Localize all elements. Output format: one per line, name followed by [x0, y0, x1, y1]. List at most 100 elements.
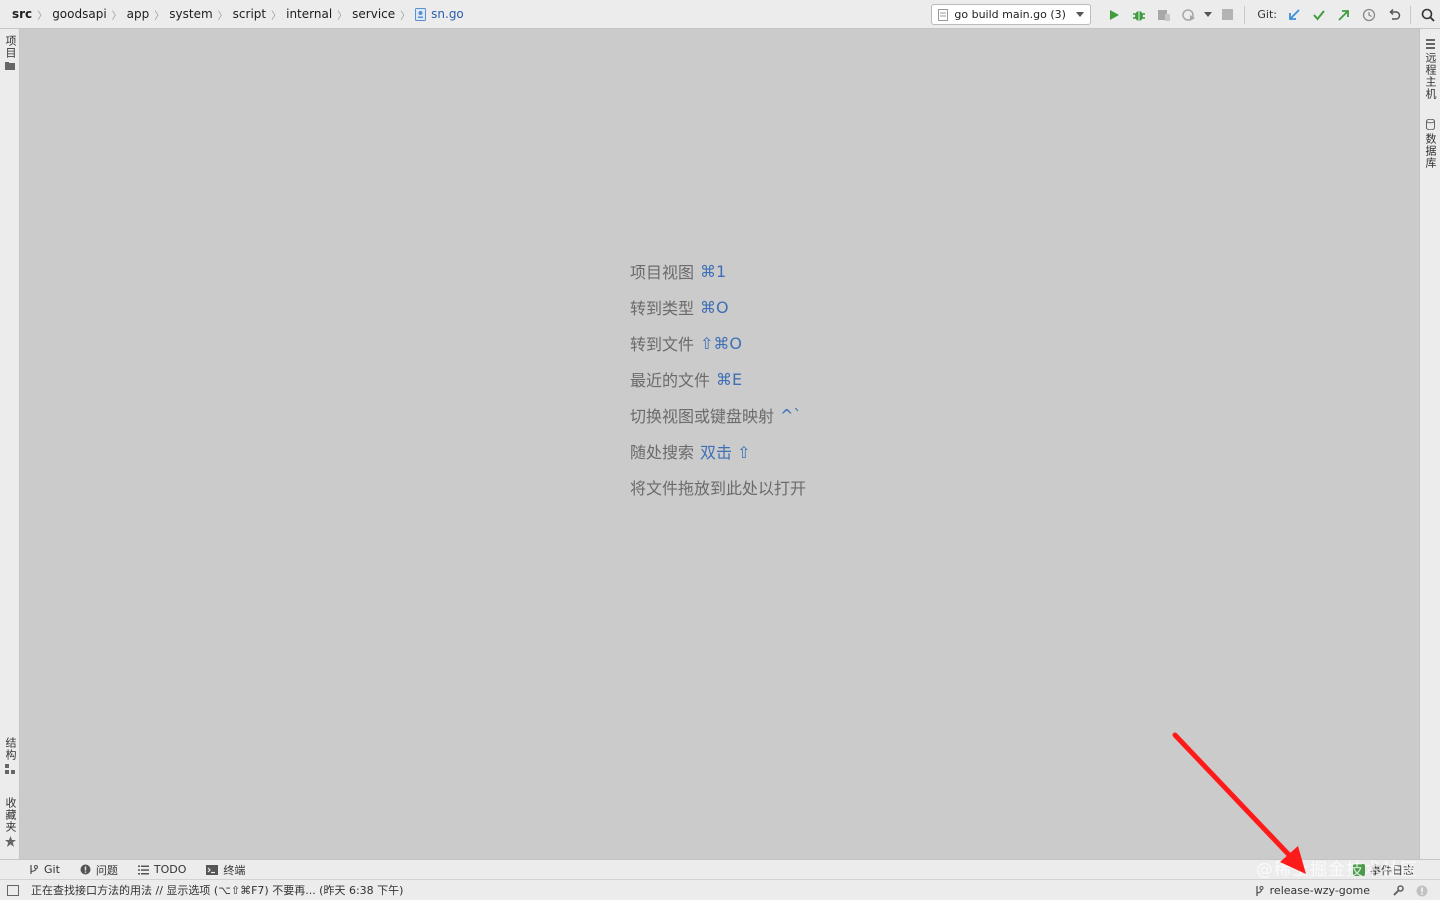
project-tool-tab[interactable]: 项目	[0, 35, 20, 70]
database-icon	[1425, 119, 1435, 130]
search-icon	[1421, 8, 1435, 22]
history-icon	[1362, 8, 1375, 21]
database-tool-label: 数据库	[1424, 133, 1437, 169]
todo-list-icon	[137, 865, 149, 874]
run-button[interactable]	[1101, 4, 1126, 26]
breadcrumb-item-goodsapi[interactable]: goodsapi	[49, 7, 109, 21]
terminal-icon	[206, 864, 219, 875]
stop-icon	[1222, 9, 1234, 20]
notifications-button[interactable]	[1416, 885, 1428, 897]
database-tool-tab[interactable]: 数据库	[1420, 119, 1440, 169]
folder-icon	[5, 62, 15, 70]
toolbar-separator	[1410, 5, 1411, 24]
rollback-button[interactable]	[1381, 4, 1406, 26]
todo-tool-label: TODO	[153, 863, 187, 876]
breadcrumb-separator: 〉	[271, 10, 282, 22]
coverage-button[interactable]	[1151, 4, 1176, 26]
debug-icon	[1132, 10, 1145, 21]
breadcrumb-item-script[interactable]: script	[230, 7, 269, 21]
breadcrumb-item-app[interactable]: app	[124, 7, 153, 21]
hint-label: 最近的文件	[630, 371, 711, 390]
more-run-options-button[interactable]	[1201, 4, 1215, 26]
breadcrumb-item-internal[interactable]: internal	[283, 7, 335, 21]
rollback-icon	[1388, 8, 1400, 20]
git-commit-button[interactable]	[1306, 4, 1331, 26]
remote-host-tool-tab[interactable]: 远程主机	[1420, 39, 1440, 100]
hint-shortcut: 双击 ⇧	[700, 443, 751, 462]
go-file-icon	[415, 7, 427, 21]
star-icon	[4, 836, 16, 847]
hint-label: 切换视图或键盘映射	[630, 407, 775, 426]
main-toolbar: go build main.go (3) Git:	[931, 0, 1440, 29]
hint-goto-type: 转到类型 ⌘O	[630, 289, 812, 325]
favorites-tool-label: 收藏夹	[4, 797, 17, 833]
remote-host-tool-label: 远程主机	[1424, 52, 1437, 100]
empty-editor-hints: 项目视图 ⌘1 转到类型 ⌘O 转到文件 ⇧⌘O 最近的文件 ⌘E 切换视图或键盘映射 ^…	[630, 253, 812, 505]
profile-button[interactable]	[1176, 4, 1201, 26]
git-branch-label: release-wzy-gome	[1269, 884, 1370, 897]
git-label: Git:	[1257, 8, 1277, 21]
hint-recent-files: 最近的文件 ⌘E	[630, 361, 812, 397]
structure-tool-tab[interactable]: 结构	[0, 737, 20, 774]
hint-shortcut: ⌘E	[716, 369, 743, 389]
git-commit-icon	[1312, 9, 1325, 21]
breadcrumb-separator: 〉	[154, 10, 165, 22]
hint-shortcut: ^`	[780, 405, 802, 425]
hint-label: 项目视图	[630, 263, 695, 282]
hint-shortcut: ⇧⌘O	[700, 333, 743, 353]
breadcrumb-item-system[interactable]: system	[166, 7, 215, 21]
editor-area[interactable]: 项目视图 ⌘1 转到类型 ⌘O 转到文件 ⇧⌘O 最近的文件 ⌘E 切换视图或键盘映射 ^…	[20, 29, 1419, 859]
settings-wrench-button[interactable]	[1392, 884, 1404, 897]
git-update-icon	[1288, 8, 1300, 20]
problems-tool-tab[interactable]: 问题	[80, 862, 118, 878]
git-update-button[interactable]	[1281, 4, 1306, 26]
chevron-down-icon	[1076, 12, 1085, 17]
navigation-bar: src 〉 goodsapi 〉 app 〉 system 〉 script 〉…	[0, 0, 1440, 29]
structure-icon	[5, 764, 15, 774]
run-configuration-dropdown[interactable]: go build main.go (3)	[931, 4, 1092, 25]
git-branch-widget[interactable]: release-wzy-gome	[1254, 884, 1370, 897]
search-everywhere-button[interactable]	[1415, 4, 1440, 26]
hint-label: 将文件拖放到此处以打开	[630, 479, 807, 498]
terminal-tool-label: 终端	[223, 863, 246, 877]
wrench-icon	[1393, 884, 1404, 896]
toggle-tool-windows-icon[interactable]	[7, 884, 19, 896]
right-tool-strip: 远程主机 数据库	[1419, 29, 1440, 859]
hint-drop-files: 将文件拖放到此处以打开	[630, 469, 812, 505]
status-bar: 正在查找接口方法的用法 // 显示选项 (⌥⇧⌘F7) 不要再... (昨天 6…	[0, 879, 1440, 900]
hint-switch-view: 切换视图或键盘映射 ^`	[630, 397, 812, 433]
watermark-text: @稀土掘金技术社区	[1256, 860, 1418, 880]
breadcrumb-separator: 〉	[111, 10, 122, 22]
structure-tool-label: 结构	[4, 737, 17, 761]
todo-tool-tab[interactable]: TODO	[137, 863, 187, 876]
git-push-button[interactable]	[1331, 4, 1356, 26]
breadcrumb-item-service[interactable]: service	[349, 7, 398, 21]
chevron-down-icon	[1204, 12, 1213, 17]
hint-label: 随处搜索	[630, 443, 695, 462]
hint-label: 转到文件	[630, 335, 695, 354]
hint-project-view: 项目视图 ⌘1	[630, 253, 812, 289]
notification-icon	[1416, 885, 1428, 896]
status-message[interactable]: 正在查找接口方法的用法 // 显示选项 (⌥⇧⌘F7) 不要再... (昨天 6…	[31, 882, 403, 898]
profile-icon	[1182, 8, 1195, 21]
history-button[interactable]	[1356, 4, 1381, 26]
stop-button[interactable]	[1215, 4, 1240, 26]
hint-shortcut: ⌘O	[700, 297, 729, 317]
hint-goto-file: 转到文件 ⇧⌘O	[630, 325, 812, 361]
favorites-tool-tab[interactable]: 收藏夹	[0, 797, 20, 847]
breadcrumb-item-file[interactable]: sn.go	[412, 7, 467, 21]
breadcrumb-separator: 〉	[37, 10, 48, 22]
git-branch-icon	[1256, 885, 1264, 896]
breadcrumb-item-src[interactable]: src	[8, 7, 35, 21]
status-right-widgets: release-wzy-gome	[1254, 880, 1428, 900]
git-tool-tab[interactable]: Git	[28, 863, 60, 876]
run-icon	[1109, 9, 1119, 20]
terminal-tool-tab[interactable]: 终端	[206, 862, 245, 878]
run-configuration-label: go build main.go (3)	[954, 8, 1066, 21]
git-branch-icon	[30, 865, 38, 874]
debug-button[interactable]	[1126, 4, 1151, 26]
breadcrumb: src 〉 goodsapi 〉 app 〉 system 〉 script 〉…	[0, 0, 467, 28]
breadcrumb-file-label: sn.go	[431, 7, 464, 21]
left-tool-strip: 项目 结构 收藏夹	[0, 29, 20, 859]
tool-window-bar: Git 问题 TODO 终端 事件日志	[0, 859, 1440, 879]
